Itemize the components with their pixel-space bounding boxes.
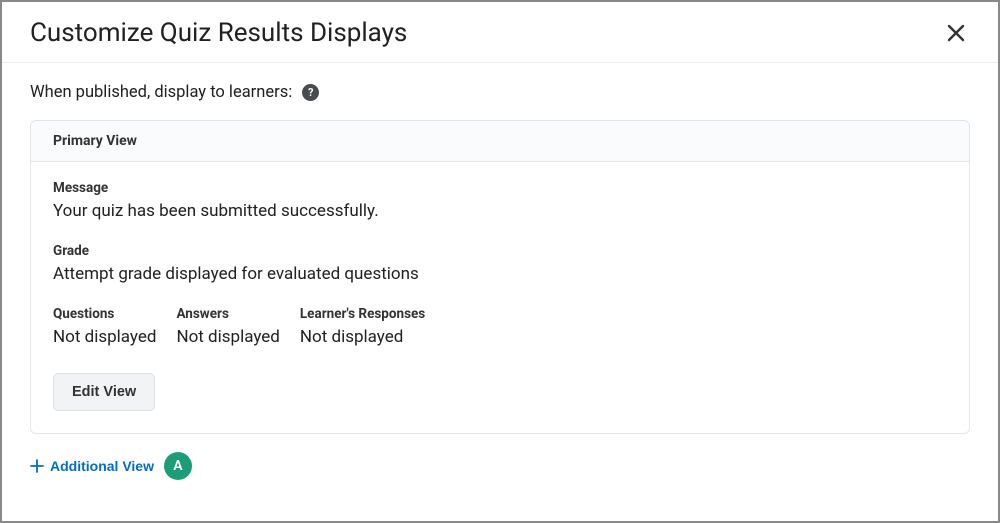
answers-label: Answers	[176, 306, 279, 322]
panel-header: Primary View	[31, 121, 969, 162]
additional-view-button[interactable]: Additional View	[30, 456, 154, 476]
dialog-header: Customize Quiz Results Displays	[2, 2, 998, 63]
annotation-marker: A	[164, 452, 192, 480]
help-icon[interactable]: ?	[302, 84, 319, 101]
close-button[interactable]	[942, 19, 970, 47]
responses-label: Learner's Responses	[300, 306, 425, 322]
message-block: Message Your quiz has been submitted suc…	[53, 180, 947, 223]
questions-label: Questions	[53, 306, 156, 322]
grade-label: Grade	[53, 243, 947, 259]
panel-body: Message Your quiz has been submitted suc…	[31, 162, 969, 433]
responses-value: Not displayed	[300, 326, 425, 349]
dialog-content: When published, display to learners: ? P…	[2, 63, 998, 521]
close-icon	[946, 23, 966, 43]
plus-icon	[30, 459, 44, 473]
primary-view-panel: Primary View Message Your quiz has been …	[30, 120, 970, 434]
add-view-row: Additional View A	[30, 452, 970, 488]
intro-label: When published, display to learners:	[30, 83, 292, 102]
display-columns: Questions Not displayed Answers Not disp…	[53, 306, 947, 349]
answers-column: Answers Not displayed	[176, 306, 279, 349]
grade-block: Grade Attempt grade displayed for evalua…	[53, 243, 947, 286]
answers-value: Not displayed	[176, 326, 279, 349]
dialog-window: Customize Quiz Results Displays When pub…	[0, 0, 1000, 523]
additional-view-label: Additional View	[50, 458, 154, 474]
message-value: Your quiz has been submitted successfull…	[53, 200, 947, 223]
grade-value: Attempt grade displayed for evaluated qu…	[53, 263, 947, 286]
responses-column: Learner's Responses Not displayed	[300, 306, 425, 349]
intro-row: When published, display to learners: ?	[30, 83, 970, 102]
questions-value: Not displayed	[53, 326, 156, 349]
message-label: Message	[53, 180, 947, 196]
questions-column: Questions Not displayed	[53, 306, 156, 349]
dialog-title: Customize Quiz Results Displays	[30, 18, 407, 48]
edit-view-button[interactable]: Edit View	[53, 373, 155, 411]
